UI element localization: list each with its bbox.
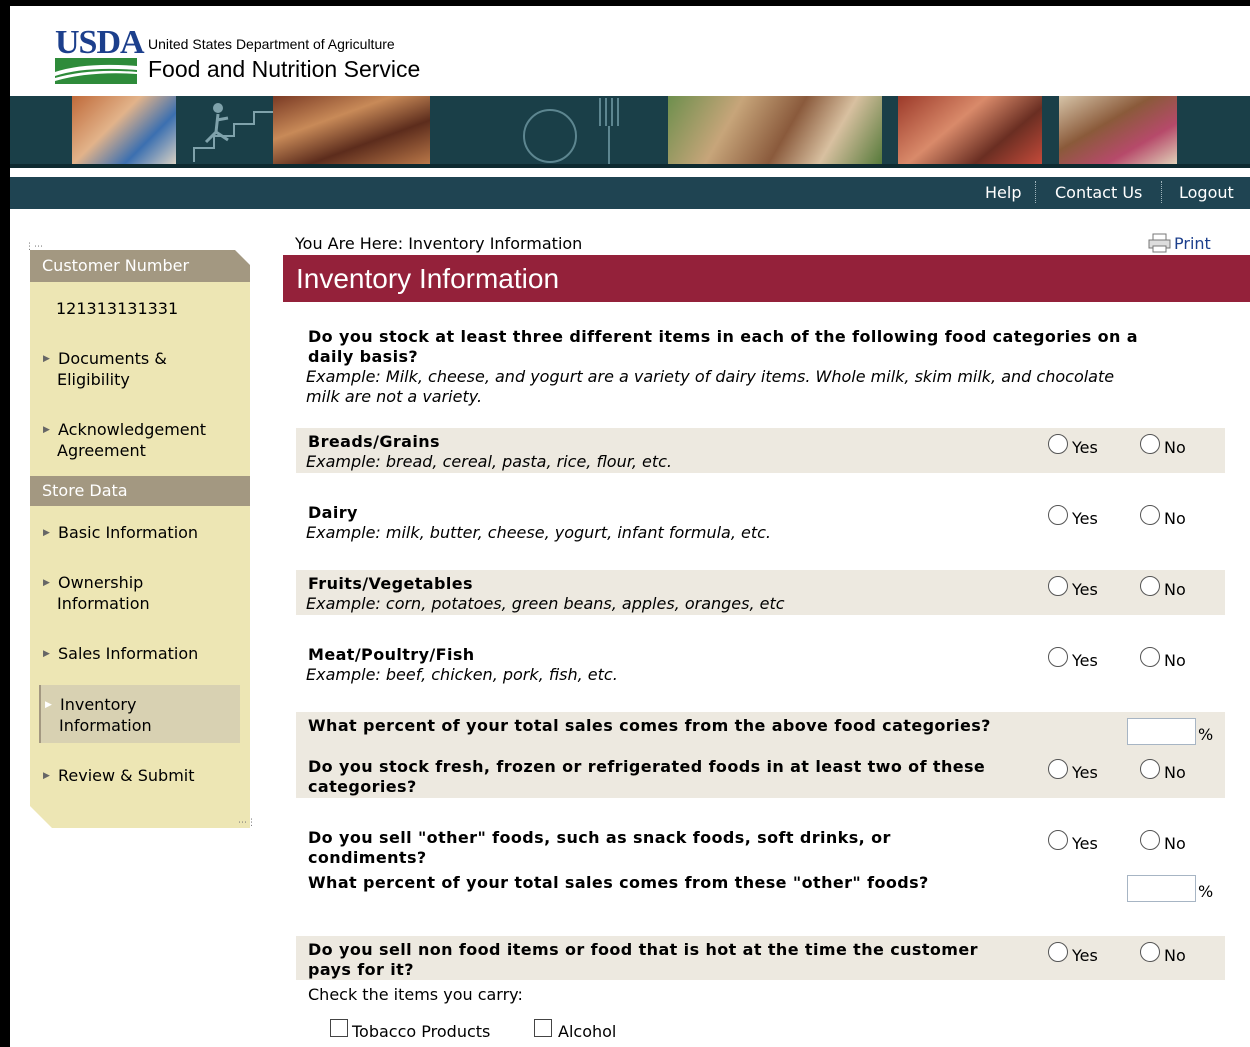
other-yes-radio[interactable] xyxy=(1048,830,1068,850)
dairy-no-radio[interactable] xyxy=(1140,505,1160,525)
intro-example: Example: Milk, cheese, and yogurt are a … xyxy=(306,367,1115,386)
fresh-foods-question: categories? xyxy=(308,777,417,796)
intro-question: daily basis? xyxy=(308,347,419,366)
sidebar-item-label: Basic Information xyxy=(58,523,199,542)
nav-help-link[interactable]: Help xyxy=(985,183,1021,202)
usda-logo-text: USDA xyxy=(55,24,145,61)
other-foods-question: condiments? xyxy=(308,848,427,867)
fruits-yes-radio[interactable] xyxy=(1048,576,1068,596)
meat-yes-radio[interactable] xyxy=(1048,647,1068,667)
sidebar-item-label: Documents & xyxy=(58,349,167,368)
dairy-yes-radio[interactable] xyxy=(1048,505,1068,525)
tobacco-checkbox[interactable] xyxy=(330,1019,348,1037)
customer-number-header: Customer Number xyxy=(30,250,250,282)
sidebar-item-inventory-information[interactable]: ▶ Inventory Information xyxy=(39,685,240,743)
banner-photo-basketball xyxy=(72,96,176,164)
sidebar-item-label: Acknowledgement xyxy=(58,420,207,439)
sidebar-item-label: Sales Information xyxy=(58,644,199,663)
sidebar-item-label: Ownership xyxy=(58,573,144,592)
category-name: Fruits/Vegetables xyxy=(308,574,473,593)
banner-photo-vegetables xyxy=(898,96,1042,164)
breads-yes-radio[interactable] xyxy=(1048,434,1068,454)
meat-no-radio[interactable] xyxy=(1140,647,1160,667)
intro-question: Do you stock at least three different it… xyxy=(308,327,1138,346)
check-items-label: Check the items you carry: xyxy=(308,985,523,1004)
top-nav-bar: Help Contact Us Logout xyxy=(10,177,1250,209)
nav-contact-link[interactable]: Contact Us xyxy=(1055,183,1142,202)
sidebar-item-label: Agreement xyxy=(57,441,146,460)
category-example: Example: beef, chicken, pork, fish, etc. xyxy=(306,665,618,684)
category-example: Example: bread, cereal, pasta, rice, flo… xyxy=(306,452,673,471)
alcohol-checkbox[interactable] xyxy=(534,1019,552,1037)
sidebar-item-label: Review & Submit xyxy=(58,766,195,785)
arrow-right-icon: ▶ xyxy=(43,649,50,659)
percent-other-input[interactable] xyxy=(1127,875,1196,902)
intro-example: milk are not a variety. xyxy=(306,387,483,406)
nonfood-no-radio[interactable] xyxy=(1140,942,1160,962)
arrow-right-icon: ▶ xyxy=(43,354,50,364)
alcohol-label: Alcohol xyxy=(558,1022,617,1041)
nonfood-question: pays for it? xyxy=(308,960,414,979)
nonfood-question: Do you sell non food items or food that … xyxy=(308,940,978,959)
other-foods-question: Do you sell "other" foods, such as snack… xyxy=(308,828,891,847)
nav-logout-link[interactable]: Logout xyxy=(1179,183,1234,202)
customer-number: 121313131331 xyxy=(56,299,179,318)
percent-above-input[interactable] xyxy=(1127,718,1196,745)
category-example: Example: corn, potatoes, green beans, ap… xyxy=(306,594,785,613)
banner-photo-kids xyxy=(273,96,430,164)
photo-banner xyxy=(10,96,1250,168)
department-name: United States Department of Agriculture xyxy=(148,36,395,52)
store-data-header: Store Data xyxy=(30,476,250,506)
nonfood-yes-radio[interactable] xyxy=(1048,942,1068,962)
plate-fork-icon xyxy=(523,98,619,164)
usda-logo[interactable]: USDA xyxy=(55,26,145,86)
breads-no-radio[interactable] xyxy=(1140,434,1160,454)
fresh-no-radio[interactable] xyxy=(1140,759,1160,779)
printer-icon[interactable] xyxy=(1147,233,1172,253)
banner-photo-family-dinner xyxy=(668,96,882,164)
arrow-right-icon: ▶ xyxy=(43,425,50,435)
agency-name: Food and Nutrition Service xyxy=(148,56,421,82)
sidebar-item-label: Information xyxy=(59,716,152,735)
sidebar-item-label: Inventory xyxy=(60,695,137,714)
category-name: Dairy xyxy=(308,503,358,522)
sidebar-item-label: Eligibility xyxy=(57,370,130,389)
arrow-right-icon: ▶ xyxy=(43,771,50,781)
sidebar: Customer Number 121313131331 ▶ Documents… xyxy=(30,250,250,830)
usda-swoosh-icon xyxy=(55,58,137,84)
print-link[interactable]: Print xyxy=(1174,234,1211,253)
category-name: Meat/Poultry/Fish xyxy=(308,645,475,664)
fruits-no-radio[interactable] xyxy=(1140,576,1160,596)
site-header: USDA United States Department of Agricul… xyxy=(10,6,1250,96)
fresh-yes-radio[interactable] xyxy=(1048,759,1068,779)
percent-other-question: What percent of your total sales comes f… xyxy=(308,873,929,892)
other-no-radio[interactable] xyxy=(1140,830,1160,850)
page-title-bar: Inventory Information xyxy=(283,255,1250,302)
page-title: Inventory Information xyxy=(296,263,560,294)
arrow-right-icon: ▶ xyxy=(45,700,52,710)
category-name: Breads/Grains xyxy=(308,432,440,451)
breadcrumb: You Are Here: Inventory Information xyxy=(295,234,583,253)
category-example: Example: milk, butter, cheese, yogurt, i… xyxy=(306,523,771,542)
percent-above-question: What percent of your total sales comes f… xyxy=(308,716,991,735)
arrow-right-icon: ▶ xyxy=(43,528,50,538)
banner-photo-office xyxy=(1059,96,1177,164)
arrow-right-icon: ▶ xyxy=(43,578,50,588)
stairs-icon xyxy=(193,103,274,162)
sidebar-item-label: Information xyxy=(57,594,150,613)
fresh-foods-question: Do you stock fresh, frozen or refrigerat… xyxy=(308,757,986,776)
tobacco-label: Tobacco Products xyxy=(352,1022,491,1041)
